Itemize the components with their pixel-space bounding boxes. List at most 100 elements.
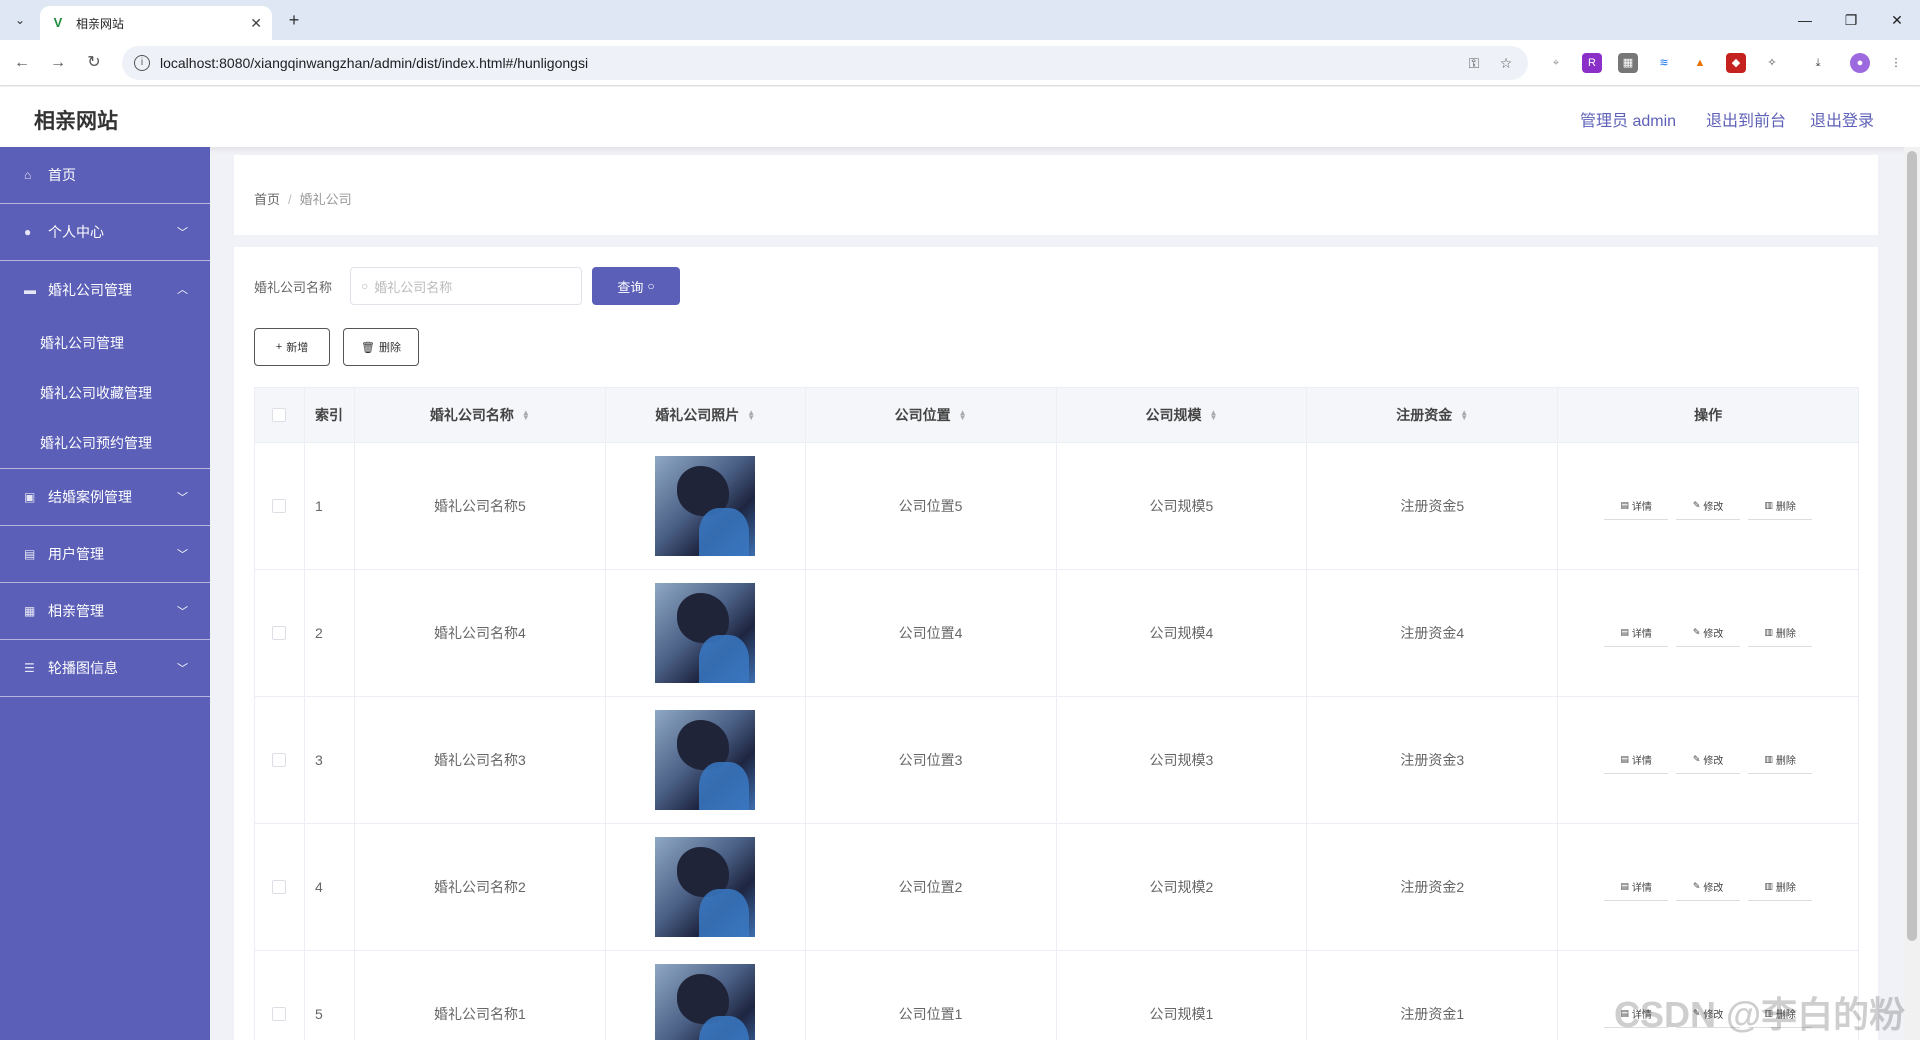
extension-layers-icon[interactable]: ≋ (1654, 53, 1674, 73)
detail-button[interactable]: ▤ 详情 (1604, 873, 1669, 901)
tab-search-chevron-icon[interactable]: ⌄ (8, 8, 32, 32)
extension-triangle-icon[interactable]: ▲ (1690, 53, 1710, 73)
sort-icon[interactable]: ▲ ▼ (1460, 409, 1468, 422)
tab-close-icon[interactable]: ✕ (250, 15, 262, 32)
row-actions: ▤ 详情 ✎ 修改 ▥ 删除 (1558, 570, 1858, 696)
company-photo[interactable] (655, 710, 756, 810)
sort-icon[interactable]: ▲ ▼ (522, 409, 530, 422)
sidebar-item-carousel[interactable]: ☰ 轮播图信息 ﹀ (0, 640, 210, 697)
header-name[interactable]: 婚礼公司名称 ▲ ▼ (355, 388, 606, 442)
password-key-icon[interactable]: ⚿ (1464, 55, 1484, 72)
company-photo[interactable] (655, 837, 756, 937)
back-icon[interactable]: ← (10, 51, 34, 75)
window-close-icon[interactable]: ✕ (1874, 0, 1920, 40)
trash-icon: ▥ (1764, 754, 1773, 764)
row-delete-button[interactable]: ▥ 删除 (1748, 873, 1813, 901)
row-location: 公司位置3 (806, 697, 1057, 823)
chevron-up-icon: ︿ (177, 284, 188, 296)
browser-tab-bar: ⌄ V 相亲网站 ✕ + — ❐ ✕ (0, 0, 1920, 40)
sidebar-item-personal-center[interactable]: ● 个人中心 ﹀ (0, 204, 210, 261)
edit-button[interactable]: ✎ 修改 (1676, 873, 1741, 901)
row-checkbox[interactable] (272, 626, 287, 640)
extension-shield-icon[interactable]: ◆ (1726, 53, 1746, 73)
edit-button[interactable]: ✎ 修改 (1676, 492, 1741, 520)
minimize-icon[interactable]: — (1782, 0, 1828, 40)
extension-rp-icon[interactable]: R (1582, 53, 1602, 73)
submenu-item-company-manage[interactable]: 婚礼公司管理 (0, 318, 210, 368)
download-icon[interactable]: ⤓ (1808, 53, 1828, 73)
row-delete-button-label: 删除 (1775, 883, 1796, 894)
row-checkbox[interactable] (272, 753, 287, 767)
detail-button[interactable]: ▤ 详情 (1604, 619, 1669, 647)
logout-link[interactable]: 退出登录 (1810, 107, 1874, 131)
header-photo[interactable]: 婚礼公司照片 ▲ ▼ (606, 388, 806, 442)
query-button[interactable]: 查询 ○ (592, 267, 680, 305)
reload-icon[interactable]: ↻ (82, 51, 106, 75)
search-input[interactable]: ○ 婚礼公司名称 (350, 267, 582, 305)
address-bar[interactable]: i localhost:8080/xiangqinwangzhan/admin/… (122, 46, 1528, 80)
restore-icon[interactable]: ❐ (1828, 0, 1874, 40)
profile-avatar-icon[interactable]: ● (1850, 53, 1870, 73)
row-checkbox[interactable] (272, 499, 287, 513)
row-scale: 公司规模5 (1057, 443, 1308, 569)
row-location: 公司位置5 (806, 443, 1057, 569)
front-link[interactable]: 退出到前台 (1706, 107, 1786, 131)
edit-button[interactable]: ✎ 修改 (1676, 746, 1741, 774)
detail-button-label: 详情 (1631, 502, 1652, 513)
batch-delete-button[interactable]: 🗑 删除 (343, 328, 419, 366)
header-capital[interactable]: 注册资金 ▲ ▼ (1307, 388, 1559, 442)
new-tab-icon[interactable]: + (282, 8, 306, 32)
header-checkbox-cell (255, 388, 305, 442)
trash-icon: ▥ (1764, 627, 1773, 637)
sort-icon[interactable]: ▲ ▼ (1209, 409, 1217, 422)
select-all-checkbox[interactable] (272, 408, 287, 422)
header-location[interactable]: 公司位置 ▲ ▼ (806, 388, 1057, 442)
row-checkbox[interactable] (272, 1007, 287, 1021)
detail-button-label: 详情 (1631, 883, 1652, 894)
row-delete-button[interactable]: ▥ 删除 (1748, 746, 1813, 774)
sort-icon[interactable]: ▲ ▼ (747, 409, 755, 422)
scrollbar-thumb[interactable] (1907, 151, 1917, 941)
extension-grid-icon[interactable]: ▦ (1618, 53, 1638, 73)
submenu-item-company-favorites[interactable]: 婚礼公司收藏管理 (0, 368, 210, 418)
row-location: 公司位置4 (806, 570, 1057, 696)
add-button[interactable]: + 新增 (254, 328, 330, 366)
company-photo[interactable] (655, 583, 756, 683)
chevron-down-icon: ﹀ (177, 663, 188, 675)
site-info-icon[interactable]: i (134, 55, 150, 71)
row-photo-cell (606, 443, 806, 569)
sidebar-item-matchmaking[interactable]: ▦ 相亲管理 ﹀ (0, 583, 210, 640)
extensions-puzzle-icon[interactable]: ✧ (1762, 53, 1782, 73)
row-index: 5 (305, 951, 355, 1040)
sort-icon[interactable]: ▲ ▼ (959, 409, 967, 422)
row-photo-cell (606, 697, 806, 823)
page-scrollbar[interactable] (1904, 147, 1920, 1040)
row-delete-button[interactable]: ▥ 删除 (1748, 492, 1813, 520)
extension-cursor-icon[interactable]: ⌖ (1546, 53, 1566, 73)
browser-menu-icon[interactable]: ⋮ (1886, 53, 1906, 73)
sidebar-item-wedding-cases[interactable]: ▣ 结婚案例管理 ﹀ (0, 469, 210, 526)
company-photo[interactable] (655, 964, 756, 1040)
sidebar-item-wedding-company[interactable]: ▬ 婚礼公司管理 ︿ (0, 261, 210, 318)
sidebar-item-home[interactable]: ⌂ 首页 (0, 147, 210, 204)
url-text[interactable]: localhost:8080/xiangqinwangzhan/admin/di… (160, 55, 1452, 71)
chevron-down-icon: ﹀ (177, 227, 188, 239)
sidebar-item-users[interactable]: ▤ 用户管理 ﹀ (0, 526, 210, 583)
forward-icon[interactable]: → (46, 51, 70, 75)
browser-tab[interactable]: V 相亲网站 ✕ (40, 6, 272, 40)
header-label: 注册资金 (1396, 407, 1453, 423)
header-scale[interactable]: 公司规模 ▲ ▼ (1057, 388, 1308, 442)
detail-button[interactable]: ▤ 详情 (1604, 746, 1669, 774)
row-delete-button-label: 删除 (1775, 502, 1796, 513)
breadcrumb-home[interactable]: 首页 (254, 192, 280, 207)
row-delete-button[interactable]: ▥ 删除 (1748, 619, 1813, 647)
row-checkbox[interactable] (272, 880, 287, 894)
row-index: 1 (305, 443, 355, 569)
bookmark-star-icon[interactable]: ☆ (1496, 55, 1516, 72)
company-photo[interactable] (655, 456, 756, 556)
submenu-item-company-reservations[interactable]: 婚礼公司预约管理 (0, 418, 210, 468)
edit-button[interactable]: ✎ 修改 (1676, 619, 1741, 647)
row-photo-cell (606, 570, 806, 696)
main-content: 首页 / 婚礼公司 婚礼公司名称 ○ 婚礼公司名称 查询 ○ + 新增 🗑 删除 索… (210, 147, 1902, 1040)
detail-button[interactable]: ▤ 详情 (1604, 492, 1669, 520)
